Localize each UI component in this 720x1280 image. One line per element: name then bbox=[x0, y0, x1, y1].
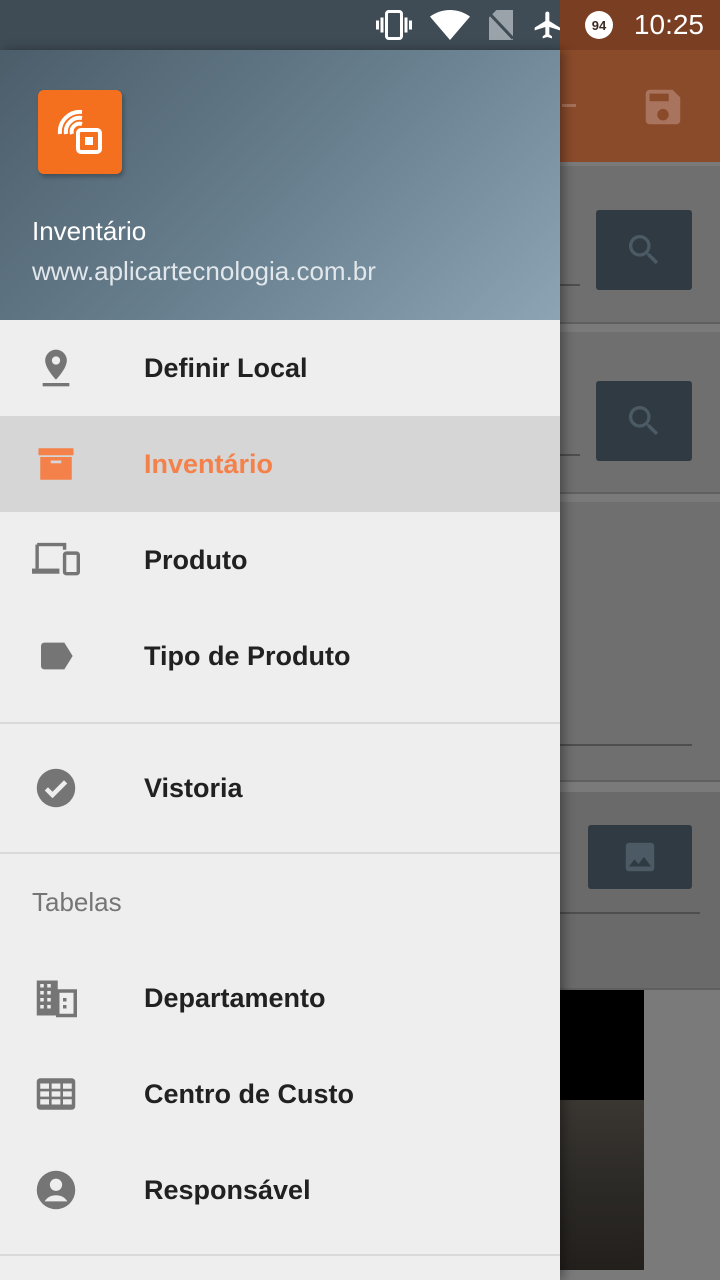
archive-box-icon bbox=[32, 440, 80, 488]
drawer-header-subtitle: www.aplicartecnologia.com.br bbox=[32, 256, 376, 286]
battery-icon: 94 bbox=[584, 11, 613, 39]
svg-text:94: 94 bbox=[592, 18, 607, 33]
menu-item-inventario[interactable]: Inventário bbox=[0, 416, 560, 512]
menu-item-label: Definir Local bbox=[144, 352, 308, 383]
section-title-tabelas: Tabelas bbox=[32, 886, 122, 917]
status-bar: 94 10:25 bbox=[0, 0, 720, 50]
background-image-button[interactable] bbox=[588, 825, 692, 889]
check-circle-icon bbox=[32, 764, 80, 812]
menu-divider bbox=[0, 1254, 560, 1256]
no-sim-icon bbox=[487, 10, 514, 40]
image-icon bbox=[625, 842, 655, 872]
menu-item-label: Centro de Custo bbox=[144, 1078, 355, 1109]
clock: 10:25 bbox=[633, 9, 704, 40]
drawer-menu: Definir Local Inventário Produto Tipo de… bbox=[0, 320, 560, 1256]
search-icon bbox=[628, 235, 659, 265]
menu-item-departamento[interactable]: Departamento bbox=[0, 950, 560, 1046]
background-input-line bbox=[560, 912, 700, 914]
menu-item-definir-local[interactable]: Definir Local bbox=[0, 320, 560, 416]
building-icon bbox=[32, 974, 80, 1022]
menu-item-produto[interactable]: Produto bbox=[0, 512, 560, 608]
menu-item-label: Responsável bbox=[144, 1174, 311, 1205]
background-photo bbox=[560, 1100, 644, 1270]
app-logo bbox=[38, 90, 122, 174]
background-photo-top bbox=[560, 990, 644, 1100]
menu-item-label: Vistoria bbox=[144, 772, 243, 803]
menu-item-centro-de-custo[interactable]: Centro de Custo bbox=[0, 1046, 560, 1142]
background-input-line bbox=[560, 284, 580, 286]
background-input-line bbox=[560, 744, 692, 746]
menu-item-responsavel[interactable]: Responsável bbox=[0, 1142, 560, 1238]
account-circle-icon bbox=[32, 1166, 80, 1214]
save-icon[interactable] bbox=[640, 84, 686, 130]
menu-item-label: Produto bbox=[144, 544, 248, 575]
background-input-line bbox=[560, 454, 580, 456]
devices-icon bbox=[32, 536, 80, 584]
search-icon bbox=[628, 406, 659, 436]
airplane-icon bbox=[534, 11, 560, 39]
grid-table-icon bbox=[32, 1070, 80, 1118]
menu-item-label: Departamento bbox=[144, 982, 326, 1013]
location-pin-icon bbox=[32, 344, 80, 392]
label-tag-icon bbox=[32, 632, 80, 680]
background-search-button[interactable] bbox=[596, 210, 692, 290]
menu-item-label: Inventário bbox=[144, 448, 274, 479]
app-logo-icon bbox=[57, 109, 102, 154]
background-search-button[interactable] bbox=[596, 381, 692, 461]
menu-item-vistoria[interactable]: Vistoria bbox=[0, 740, 560, 836]
drawer-header-title: Inventário bbox=[32, 216, 147, 246]
background-toolbar-dash bbox=[562, 104, 576, 107]
menu-divider bbox=[0, 722, 560, 724]
vibrate-icon bbox=[375, 10, 412, 40]
navigation-drawer: Inventário www.aplicartecnologia.com.br … bbox=[0, 50, 560, 1280]
menu-item-label: Tipo de Produto bbox=[144, 640, 351, 671]
wifi-icon bbox=[429, 10, 470, 40]
menu-item-tipo-de-produto[interactable]: Tipo de Produto bbox=[0, 608, 560, 704]
drawer-header: Inventário www.aplicartecnologia.com.br bbox=[0, 50, 560, 320]
